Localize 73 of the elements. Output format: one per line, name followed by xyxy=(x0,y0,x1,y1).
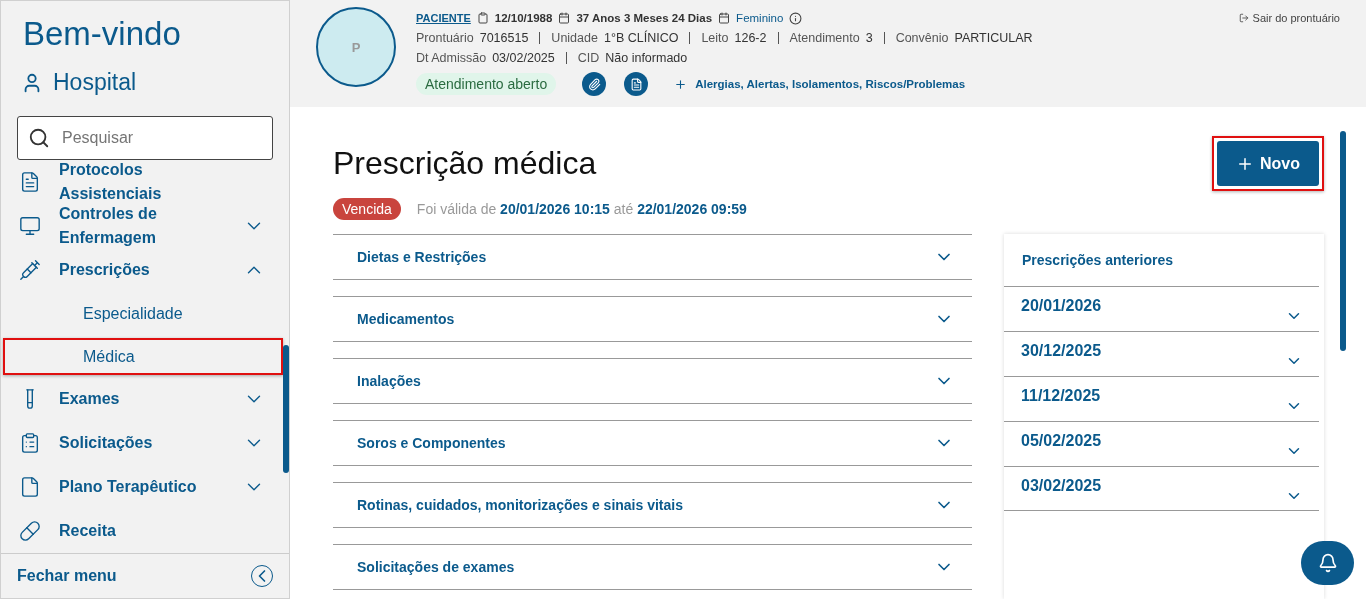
accordion-header[interactable]: Soros e Componentes xyxy=(333,420,972,466)
detail-label: Prontuário xyxy=(416,31,474,45)
accordion-header[interactable]: Rotinas, cuidados, monitorizações e sinais vitais xyxy=(333,482,972,528)
detail-label: Unidade xyxy=(551,31,598,45)
menu-item[interactable]: Protocolos Assistenciais xyxy=(1,160,279,204)
attach-button[interactable] xyxy=(582,72,607,96)
previous-prescription-item[interactable]: 03/02/2025 xyxy=(1004,466,1319,511)
submenu-item[interactable]: Médica xyxy=(3,338,283,375)
accordion-header[interactable]: Dietas e Restrições xyxy=(333,234,972,280)
detail-label: CID xyxy=(577,51,600,65)
menu-item[interactable]: Exames xyxy=(1,377,279,421)
search-input[interactable]: Pesquisar xyxy=(60,128,244,148)
menu-item[interactable]: Plano Terapêutico xyxy=(1,465,279,509)
previous-prescription-item[interactable]: 20/01/2026 xyxy=(1004,286,1319,331)
validity-text: Foi válida de 20/01/2026 10:15 até 22/01/2026 09:59 xyxy=(416,201,747,217)
close-menu-button[interactable]: Fechar menu xyxy=(1,553,289,598)
patient-link[interactable]: PACIENTE xyxy=(416,12,471,24)
greeting-title: Bem-vindo xyxy=(23,15,182,53)
search-icon xyxy=(28,127,50,149)
status-badge: Vencida xyxy=(333,198,401,220)
avatar: P xyxy=(316,7,396,87)
previous-prescription-item[interactable]: 30/12/2025 xyxy=(1004,331,1319,376)
plus-icon xyxy=(674,77,688,91)
previous-prescription-item[interactable]: 11/12/2025 xyxy=(1004,376,1319,421)
menu-item[interactable]: Controles de Enfermagem xyxy=(1,204,279,248)
document-button[interactable] xyxy=(624,72,649,96)
detail-value: 7016515 xyxy=(479,31,529,45)
document-icon xyxy=(629,77,643,91)
clipboard-icon xyxy=(19,432,41,454)
logout-icon xyxy=(1238,13,1249,23)
file-icon xyxy=(19,476,41,498)
paperclip-icon xyxy=(587,77,601,91)
monitor-icon xyxy=(19,215,41,237)
new-button[interactable]: Novo xyxy=(1217,141,1319,186)
birth-date: 12/10/1988 xyxy=(494,12,553,24)
hospital-name: Hospital xyxy=(53,69,137,96)
document-icon xyxy=(19,171,41,193)
detail-value: 126-2 xyxy=(734,31,767,45)
page-title: Prescrição médica xyxy=(333,145,598,182)
previous-prescription-item[interactable]: 05/02/2025 xyxy=(1004,421,1319,466)
patient-age: 37 Anos 3 Meses 24 Dias xyxy=(576,12,713,24)
detail-value: PARTICULAR xyxy=(954,31,1033,45)
detail-value: 03/02/2025 xyxy=(492,51,555,65)
detail-value: 1°B CLÍNICO xyxy=(603,31,679,45)
calendar-icon xyxy=(718,12,731,24)
menu-item[interactable]: Receita xyxy=(1,509,279,553)
scrollbar[interactable] xyxy=(283,345,289,473)
submenu-item[interactable]: Especialidade xyxy=(3,292,283,337)
detail-label: Convênio xyxy=(895,31,949,45)
detail-label: Atendimento xyxy=(789,31,860,45)
accordion-header[interactable]: Medicamentos xyxy=(333,296,972,342)
menu-item[interactable]: Prescrições xyxy=(1,248,279,292)
card-title: Prescrições anteriores xyxy=(1021,251,1174,270)
info-icon xyxy=(789,11,803,25)
accordion-header[interactable]: Inalações xyxy=(333,358,972,404)
notification-button[interactable] xyxy=(1301,541,1354,585)
status-pill: Atendimento aberto xyxy=(416,73,557,95)
patient-sex: Feminino xyxy=(736,12,784,24)
exit-link[interactable]: Sair do prontuário xyxy=(1238,12,1340,24)
search-field[interactable]: Pesquisar xyxy=(17,116,273,160)
clipboard-icon xyxy=(476,12,489,24)
detail-label: Leito xyxy=(701,31,729,45)
alerts-link[interactable]: Alergias, Alertas, Isolamentos, Riscos/Problemas xyxy=(674,77,966,91)
pill-icon xyxy=(19,520,41,542)
bell-icon xyxy=(1317,553,1338,573)
syringe-icon xyxy=(19,259,41,281)
menu-item[interactable]: Solicitações xyxy=(1,421,279,465)
detail-label: Dt Admissão xyxy=(416,51,487,65)
calendar-icon xyxy=(558,12,571,24)
accordion-header[interactable]: Solicitações de exames xyxy=(333,544,972,590)
detail-value: Não informado xyxy=(605,51,688,65)
detail-value: 3 xyxy=(865,31,873,45)
scrollbar[interactable] xyxy=(1340,131,1346,351)
